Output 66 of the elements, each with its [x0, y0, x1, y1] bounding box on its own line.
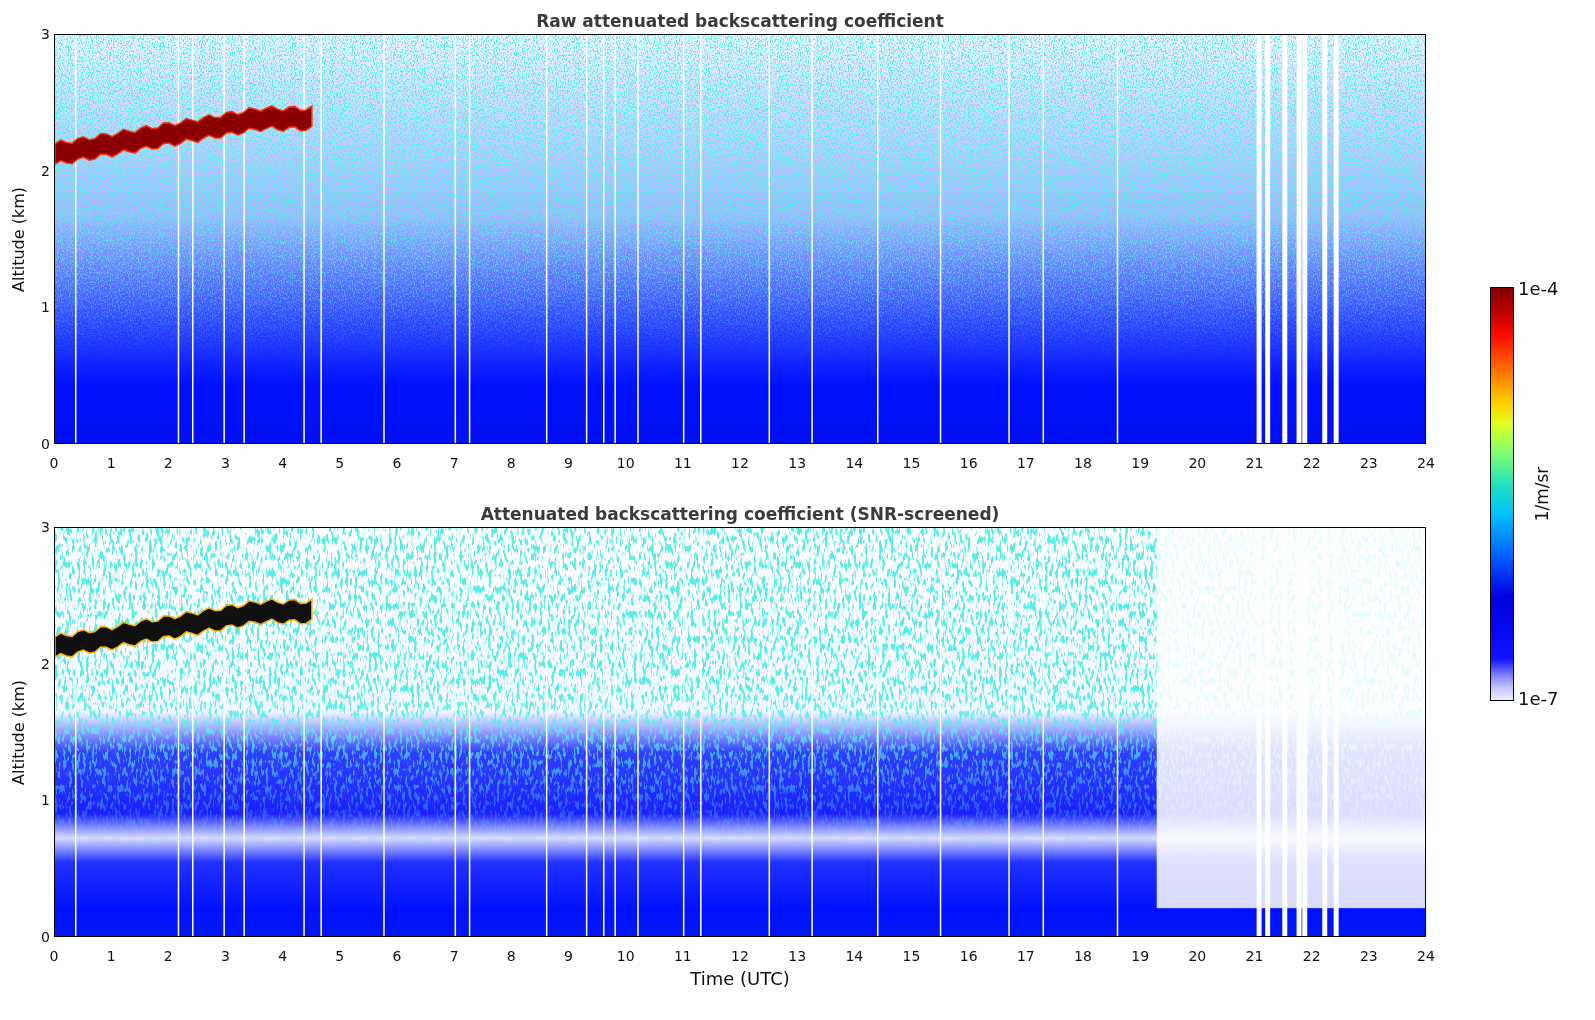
x-tick-label: 3 — [220, 948, 231, 964]
x-tick-label: 6 — [391, 455, 403, 471]
x-tick-label: 5 — [334, 948, 346, 964]
x-tick-label: 15 — [901, 455, 922, 471]
y-axis-label: Altitude (km) — [8, 186, 28, 292]
y-tick-label: 3 — [41, 26, 50, 42]
x-tick-label: 11 — [672, 948, 693, 964]
x-tick-label: 9 — [563, 948, 574, 964]
x-tick-label: 22 — [1301, 455, 1322, 471]
x-tick-label: 2 — [162, 455, 174, 471]
x-tick-label: 21 — [1244, 455, 1265, 471]
x-tick-label: 3 — [220, 455, 231, 471]
x-tick-label: 15 — [901, 948, 922, 964]
y-tick-label: 0 — [41, 928, 50, 945]
x-tick-label: 8 — [505, 455, 517, 471]
x-tick-label: 14 — [844, 948, 865, 964]
x-tick-label: 0 — [48, 455, 60, 471]
colorbar-min-label: 1e-7 — [1518, 690, 1559, 708]
colorbar-max-label: 1e-4 — [1518, 280, 1559, 298]
x-tick-label: 24 — [1416, 948, 1436, 964]
x-tick-label: 20 — [1187, 948, 1208, 964]
y-tick-label: 0 — [41, 435, 50, 452]
y-tick-label: 1 — [41, 792, 50, 809]
y-axis-label: Altitude (km) — [8, 679, 28, 785]
x-tick-label: 9 — [563, 455, 574, 471]
x-tick-label: 22 — [1301, 948, 1322, 964]
y-tick-label: 2 — [41, 162, 50, 179]
x-tick-label: 10 — [615, 948, 636, 964]
x-tick-label: 1 — [105, 948, 117, 964]
x-tick-label: 7 — [448, 455, 460, 471]
colorbar-unit-label: 1/m/sr — [1532, 466, 1553, 522]
x-tick-label: 11 — [672, 455, 693, 471]
x-tick-label: 10 — [615, 455, 636, 471]
x-tick-label: 12 — [730, 948, 750, 964]
x-tick-label: 2 — [162, 948, 174, 964]
x-tick-label: 23 — [1358, 455, 1379, 471]
x-tick-label: 14 — [844, 455, 865, 471]
y-tick-label: 1 — [41, 299, 50, 316]
x-tick-label: 13 — [787, 948, 808, 964]
x-tick-label: 17 — [1015, 455, 1036, 471]
x-tick-label: 0 — [48, 948, 60, 964]
x-tick-label: 20 — [1187, 455, 1208, 471]
x-tick-label: 4 — [277, 455, 289, 471]
x-tick-label: 4 — [277, 948, 289, 964]
x-tick-label: 16 — [958, 455, 979, 471]
x-tick-label: 24 — [1416, 455, 1436, 471]
y-tick-label: 3 — [41, 519, 50, 535]
x-tick-label: 5 — [334, 455, 346, 471]
x-tick-label: 19 — [1130, 948, 1151, 964]
x-tick-label: 8 — [505, 948, 517, 964]
x-tick-label: 1 — [105, 455, 117, 471]
x-axis-label: Time (UTC) — [689, 968, 791, 989]
plot-title: Raw attenuated backscattering coefficient — [535, 10, 945, 33]
x-tick-label: 16 — [958, 948, 979, 964]
x-tick-label: 19 — [1130, 455, 1151, 471]
x-tick-label: 6 — [391, 948, 403, 964]
plot-title: Attenuated backscattering coefficient (SNR-screened) — [479, 503, 1001, 526]
x-tick-label: 13 — [787, 455, 808, 471]
x-tick-label: 12 — [730, 455, 750, 471]
x-tick-label: 18 — [1073, 948, 1093, 964]
x-tick-label: 17 — [1015, 948, 1036, 964]
x-tick-label: 7 — [448, 948, 460, 964]
x-tick-label: 21 — [1244, 948, 1265, 964]
y-tick-label: 2 — [41, 655, 50, 672]
x-tick-label: 18 — [1073, 455, 1093, 471]
x-tick-label: 23 — [1358, 948, 1379, 964]
